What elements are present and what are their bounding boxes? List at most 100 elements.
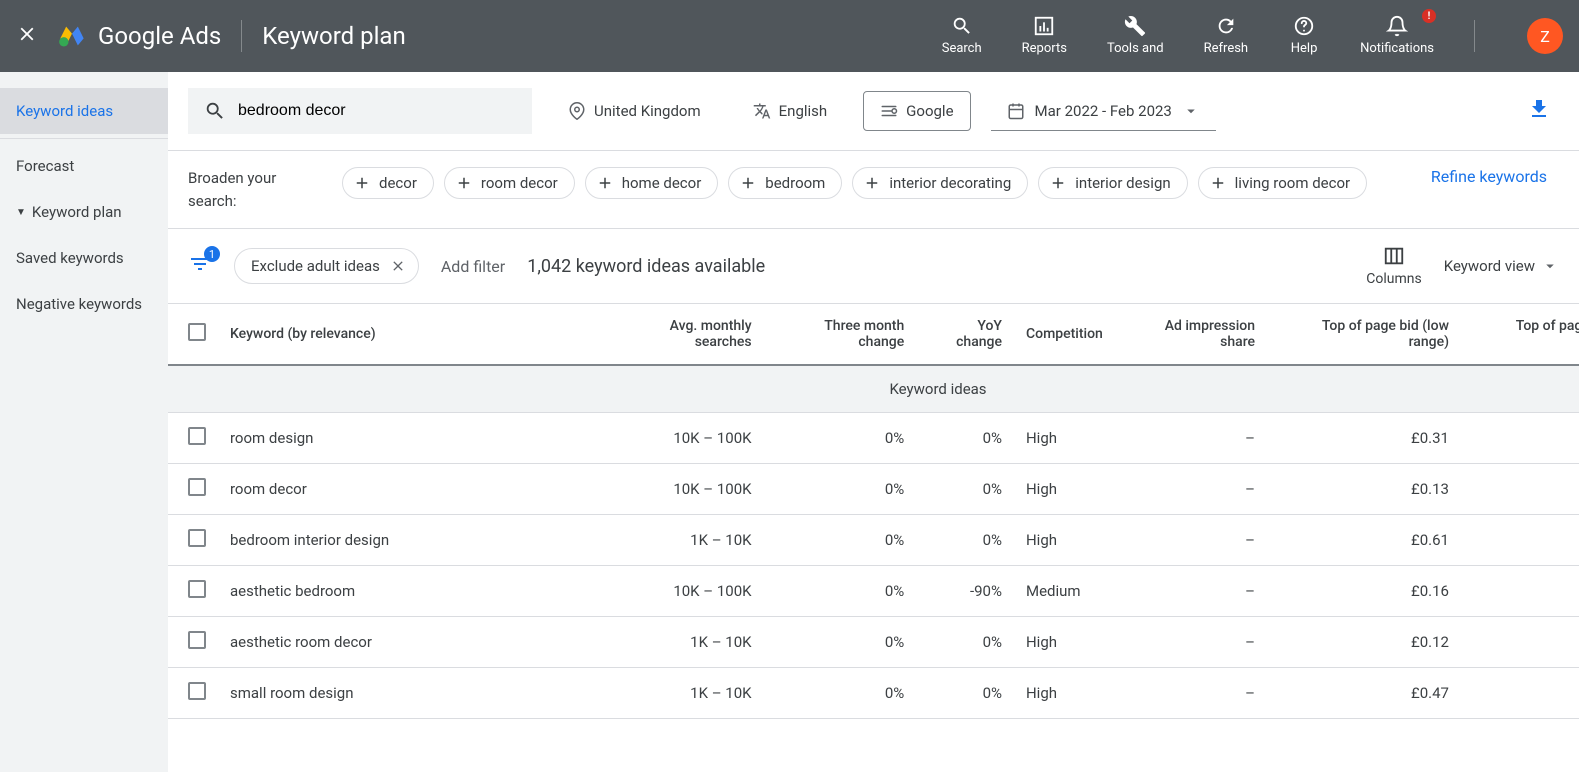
table-row[interactable]: aesthetic room decor1K – 10K0%0%High–£0.…: [168, 617, 1579, 668]
broaden-pill[interactable]: interior design: [1038, 167, 1187, 199]
network-icon: [880, 102, 898, 120]
cell-keyword: room decor: [218, 464, 598, 515]
col-yoy[interactable]: YoY change: [916, 304, 1014, 365]
row-checkbox[interactable]: [188, 427, 206, 445]
cell-three-month: 0%: [764, 515, 917, 566]
broaden-pill[interactable]: room decor: [444, 167, 575, 199]
close-icon[interactable]: [390, 258, 406, 274]
download-button[interactable]: [1519, 89, 1559, 133]
tool-notifications[interactable]: ! Notifications: [1340, 7, 1454, 65]
cell-impression: –: [1115, 515, 1267, 566]
product-name: Google Ads: [98, 22, 221, 50]
refine-keywords-link[interactable]: Refine keywords: [1419, 167, 1559, 186]
header-divider: [241, 20, 242, 52]
logo-group: Google Ads: [58, 22, 221, 50]
avatar[interactable]: Z: [1527, 18, 1563, 54]
keyword-search-box[interactable]: [188, 88, 532, 134]
network-chip[interactable]: Google: [863, 91, 970, 131]
table-row[interactable]: aesthetic bedroom10K – 100K0%-90%Medium–…: [168, 566, 1579, 617]
broaden-pill[interactable]: bedroom: [728, 167, 842, 199]
cell-yoy: 0%: [916, 413, 1014, 464]
broaden-pill[interactable]: decor: [342, 167, 434, 199]
sidebar: Keyword ideas Forecast ▼Keyword plan Sav…: [0, 72, 168, 772]
plus-icon: [353, 174, 371, 192]
table-row[interactable]: room design10K – 100K0%0%High–£0.31£1.18: [168, 413, 1579, 464]
cell-bid-high: £2.99: [1461, 515, 1579, 566]
broaden-search-row: Broaden your search: decorroom decorhome…: [168, 151, 1579, 229]
cell-three-month: 0%: [764, 413, 917, 464]
table-section-header: Keyword ideas: [168, 365, 1579, 413]
filter-count-badge: 1: [204, 246, 220, 262]
cell-searches: 1K – 10K: [598, 617, 764, 668]
cell-bid-low: £0.12: [1267, 617, 1461, 668]
sidebar-item-forecast[interactable]: Forecast: [0, 143, 168, 189]
date-range-chip[interactable]: Mar 2022 - Feb 2023: [991, 92, 1216, 131]
cell-impression: –: [1115, 413, 1267, 464]
add-filter-button[interactable]: Add filter: [441, 257, 505, 276]
table-toolbar: 1 Exclude adult ideas Add filter 1,042 k…: [168, 229, 1579, 304]
location-icon: [568, 102, 586, 120]
row-checkbox[interactable]: [188, 631, 206, 649]
sidebar-item-saved-keywords[interactable]: Saved keywords: [0, 235, 168, 281]
table-row[interactable]: bedroom interior design1K – 10K0%0%High–…: [168, 515, 1579, 566]
cell-keyword: room design: [218, 413, 598, 464]
col-impression[interactable]: Ad impression share: [1115, 304, 1267, 365]
row-checkbox[interactable]: [188, 682, 206, 700]
tool-help[interactable]: Help: [1268, 7, 1340, 65]
filter-button[interactable]: 1: [188, 252, 212, 280]
broaden-pill[interactable]: living room decor: [1198, 167, 1367, 199]
plus-icon: [739, 174, 757, 192]
cell-searches: 1K – 10K: [598, 515, 764, 566]
tool-refresh[interactable]: Refresh: [1184, 7, 1268, 65]
tool-reports[interactable]: Reports: [1002, 7, 1087, 65]
cell-three-month: 0%: [764, 566, 917, 617]
col-bid-high[interactable]: Top of page bid (high range): [1461, 304, 1579, 365]
col-three-month[interactable]: Three month change: [764, 304, 917, 365]
notification-badge: !: [1422, 9, 1436, 23]
columns-icon: [1383, 245, 1405, 267]
tool-search[interactable]: Search: [922, 7, 1002, 65]
header-tools: Search Reports Tools and Refresh Help ! …: [922, 7, 1454, 65]
table-row[interactable]: room decor10K – 100K0%0%High–£0.13£0.29: [168, 464, 1579, 515]
cell-bid-low: £0.61: [1267, 515, 1461, 566]
col-keyword[interactable]: Keyword (by relevance): [218, 304, 598, 365]
main-content: United Kingdom English Google Mar 2022 -…: [168, 72, 1579, 772]
cell-bid-high: £1.18: [1461, 413, 1579, 464]
cell-keyword: bedroom interior design: [218, 515, 598, 566]
broaden-pill[interactable]: home decor: [585, 167, 719, 199]
col-searches[interactable]: Avg. monthly searches: [598, 304, 764, 365]
col-bid-low[interactable]: Top of page bid (low range): [1267, 304, 1461, 365]
keyword-view-dropdown[interactable]: Keyword view: [1444, 257, 1559, 275]
close-icon[interactable]: [16, 23, 38, 49]
sidebar-item-keyword-ideas[interactable]: Keyword ideas: [0, 88, 168, 134]
language-chip[interactable]: English: [737, 92, 844, 130]
keyword-search-input[interactable]: [238, 102, 516, 120]
translate-icon: [753, 102, 771, 120]
cell-bid-low: £0.16: [1267, 566, 1461, 617]
col-competition[interactable]: Competition: [1014, 304, 1115, 365]
broaden-pill[interactable]: interior decorating: [852, 167, 1028, 199]
cell-bid-high: £0.18: [1461, 617, 1579, 668]
cell-impression: –: [1115, 668, 1267, 719]
row-checkbox[interactable]: [188, 478, 206, 496]
header-divider-2: [1474, 20, 1475, 52]
sidebar-item-keyword-plan[interactable]: ▼Keyword plan: [0, 189, 168, 235]
row-checkbox[interactable]: [188, 529, 206, 547]
select-all-checkbox[interactable]: [188, 323, 206, 341]
sidebar-item-negative-keywords[interactable]: Negative keywords: [0, 281, 168, 327]
columns-button[interactable]: Columns: [1366, 245, 1421, 287]
cell-bid-low: £0.13: [1267, 464, 1461, 515]
cell-impression: –: [1115, 617, 1267, 668]
plus-icon: [1049, 174, 1067, 192]
cell-bid-high: £2.18: [1461, 668, 1579, 719]
row-checkbox[interactable]: [188, 580, 206, 598]
table-row[interactable]: small room design1K – 10K0%0%High–£0.47£…: [168, 668, 1579, 719]
tool-tools[interactable]: Tools and: [1087, 7, 1184, 65]
location-chip[interactable]: United Kingdom: [552, 92, 717, 130]
cell-keyword: small room design: [218, 668, 598, 719]
google-ads-logo-icon: [58, 22, 86, 50]
cell-yoy: -90%: [916, 566, 1014, 617]
exclude-adult-pill[interactable]: Exclude adult ideas: [234, 248, 419, 284]
cell-bid-low: £0.31: [1267, 413, 1461, 464]
chevron-down-icon: [1541, 257, 1559, 275]
